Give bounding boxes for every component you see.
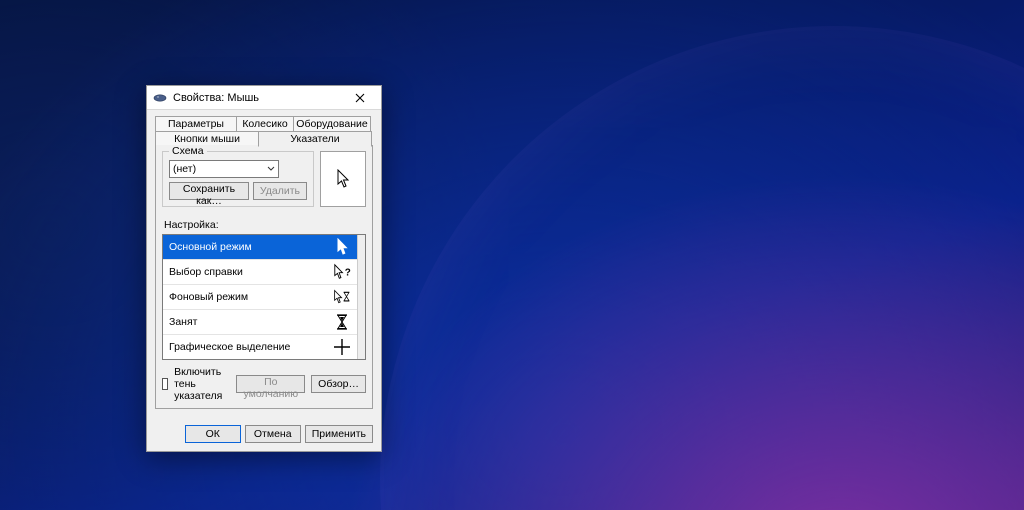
close-button[interactable] <box>343 86 377 110</box>
pointer-list-item[interactable]: Графическое выделение <box>163 335 357 360</box>
mouse-icon <box>153 91 167 105</box>
titlebar[interactable]: Свойства: Мышь <box>147 86 381 110</box>
arrow-hourglass-icon <box>333 288 351 306</box>
scrollbar[interactable] <box>357 235 365 359</box>
tab-pointers-panel: Схема (нет) Сохранить как… Удалить <box>155 145 373 409</box>
delete-scheme-button[interactable]: Удалить <box>253 182 307 200</box>
dialog-button-row: ОК Отмена Применить <box>147 417 381 451</box>
tab-strip: Параметры указателя Колесико Оборудовани… <box>155 116 373 146</box>
pointer-preview-box <box>320 151 366 207</box>
hourglass-icon <box>333 314 351 330</box>
scheme-group: Схема (нет) Сохранить как… Удалить <box>162 151 314 207</box>
mouse-properties-dialog: Свойства: Мышь Параметры указателя Колес… <box>146 85 382 452</box>
tab-hardware[interactable]: Оборудование <box>293 116 371 132</box>
apply-button[interactable]: Применить <box>305 425 373 443</box>
tab-pointers[interactable]: Указатели <box>258 131 372 147</box>
window-title: Свойства: Мышь <box>173 92 343 104</box>
pointer-list-item-label: Выбор справки <box>169 266 243 278</box>
svg-text:?: ? <box>345 268 351 279</box>
pointer-list-item[interactable]: Занят <box>163 310 357 335</box>
pointer-list-item-label: Занят <box>169 316 197 328</box>
browse-button[interactable]: Обзор… <box>311 375 366 393</box>
scheme-combo-value: (нет) <box>173 163 196 175</box>
ok-button[interactable]: ОК <box>185 425 241 443</box>
scheme-group-label: Схема <box>169 145 207 157</box>
pointer-list-item[interactable]: Основной режим <box>163 235 357 260</box>
pointer-listbox[interactable]: Основной режим Выбор справки? Фоновый режи… <box>162 234 366 360</box>
arrow-icon <box>333 238 351 256</box>
defaults-button[interactable]: По умолчанию <box>236 375 305 393</box>
pointer-list-item[interactable]: Выбор справки? <box>163 260 357 285</box>
tab-wheel[interactable]: Колесико <box>236 116 294 132</box>
chevron-down-icon <box>267 166 275 172</box>
pointer-list-item-label: Фоновый режим <box>169 291 248 303</box>
scheme-combo[interactable]: (нет) <box>169 160 279 178</box>
shadow-checkbox[interactable] <box>162 378 168 390</box>
arrow-cursor-icon <box>336 169 350 189</box>
cancel-button[interactable]: Отмена <box>245 425 301 443</box>
pointer-list-item[interactable]: Фоновый режим <box>163 285 357 310</box>
customize-label: Настройка: <box>164 219 366 231</box>
pointer-list-item-label: Графическое выделение <box>169 341 290 353</box>
dialog-client-area: Параметры указателя Колесико Оборудовани… <box>147 110 381 417</box>
crosshair-icon <box>333 339 351 355</box>
arrow-help-icon: ? <box>333 263 351 281</box>
tab-pointer-options[interactable]: Параметры указателя <box>155 116 237 132</box>
save-as-button[interactable]: Сохранить как… <box>169 182 249 200</box>
pointer-list-item-label: Основной режим <box>169 241 252 253</box>
shadow-checkbox-label: Включить тень указателя <box>174 366 224 402</box>
